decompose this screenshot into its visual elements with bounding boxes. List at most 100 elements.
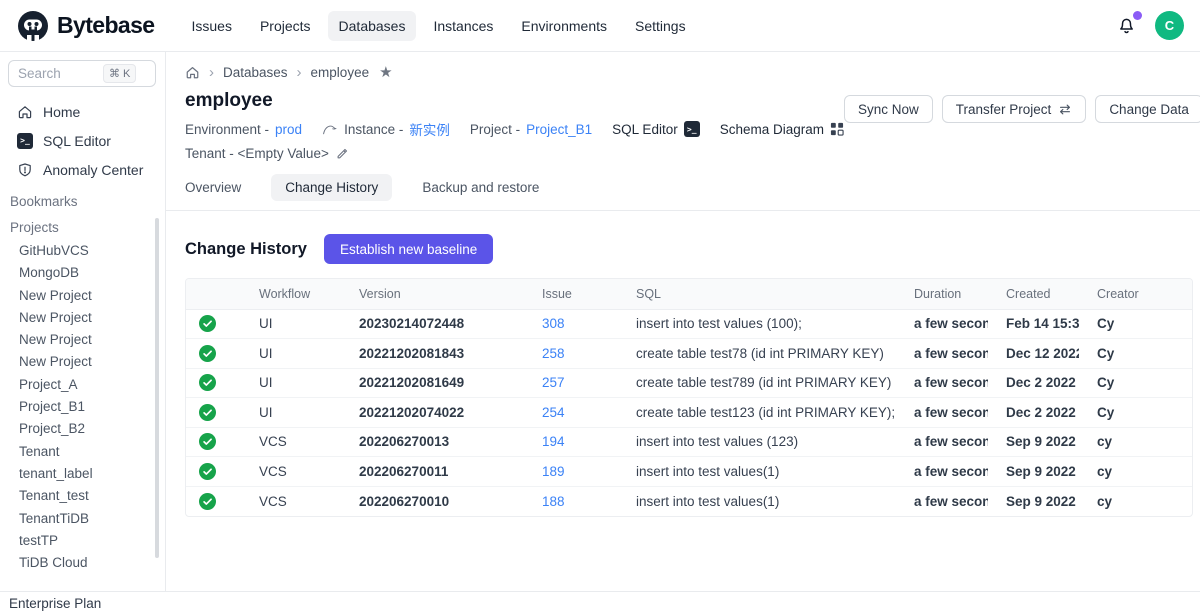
- status-cell: [186, 309, 241, 339]
- change-data-button[interactable]: Change Data: [1095, 95, 1200, 123]
- project-list-item[interactable]: New Project: [0, 285, 165, 307]
- duration-cell: a few seconds: [896, 427, 988, 457]
- project-list-item[interactable]: Project_B2: [0, 418, 165, 440]
- bytebase-logo[interactable]: Bytebase: [16, 9, 154, 43]
- schema-diagram-label[interactable]: Schema Diagram: [720, 122, 824, 137]
- project-list-item[interactable]: Project_A: [0, 374, 165, 396]
- nav-item-issues[interactable]: Issues: [180, 11, 242, 41]
- project-list-item[interactable]: tenant_label: [0, 463, 165, 485]
- project-label: Project -: [470, 122, 520, 137]
- project-list-item[interactable]: Tenant: [0, 441, 165, 463]
- creator-cell: Cy: [1079, 339, 1193, 369]
- issue-link[interactable]: 254: [542, 405, 565, 420]
- workflow-cell: UI: [241, 309, 341, 339]
- project-list-item[interactable]: Tenant_test: [0, 485, 165, 507]
- change-history-row[interactable]: VCS 202206270013 194 insert into test va…: [186, 427, 1193, 457]
- sql-editor-icon[interactable]: >_: [684, 121, 700, 137]
- search-input[interactable]: [18, 66, 103, 81]
- project-list-item[interactable]: testTP: [0, 530, 165, 552]
- change-history-row[interactable]: UI 20221202081843 258 create table test7…: [186, 339, 1193, 369]
- environment-link[interactable]: prod: [275, 122, 302, 137]
- change-history-row[interactable]: UI 20230214072448 308 insert into test v…: [186, 309, 1193, 339]
- breadcrumb-item-employee[interactable]: employee: [311, 65, 370, 80]
- sql-editor-shortcut-label[interactable]: SQL Editor: [612, 122, 678, 137]
- sidebar-item-sql-editor[interactable]: >_ SQL Editor: [0, 126, 165, 155]
- version-cell: 202206270011: [341, 457, 524, 487]
- sidebar: ⌘ K Home >_ SQL Editor Anomaly Center: [0, 52, 166, 613]
- search-box[interactable]: ⌘ K: [8, 60, 156, 87]
- instance-link[interactable]: 新实例: [409, 119, 450, 139]
- nav-item-databases[interactable]: Databases: [328, 11, 417, 41]
- column-header-duration: Duration: [896, 279, 988, 309]
- workflow-cell: VCS: [241, 427, 341, 457]
- transfer-arrows-icon: [1058, 103, 1072, 116]
- change-history-row[interactable]: VCS 202206270010 188 insert into test va…: [186, 486, 1193, 516]
- breadcrumb-home-icon[interactable]: [185, 65, 200, 80]
- issue-link[interactable]: 258: [542, 346, 565, 361]
- user-avatar[interactable]: C: [1155, 11, 1184, 40]
- sidebar-item-anomaly-center[interactable]: Anomaly Center: [0, 155, 165, 184]
- issue-link[interactable]: 308: [542, 316, 565, 331]
- tab-bar: Overview Change History Backup and resto…: [166, 174, 1200, 211]
- tab-backup-and-restore[interactable]: Backup and restore: [422, 174, 539, 201]
- success-check-icon: [199, 404, 241, 421]
- created-cell: Sep 9 2022: [988, 486, 1079, 516]
- project-list-item[interactable]: MongoDB: [0, 262, 165, 284]
- project-link[interactable]: Project_B1: [526, 122, 592, 137]
- creator-cell: cy: [1079, 457, 1193, 487]
- sidebar-item-home[interactable]: Home: [0, 97, 165, 126]
- workflow-cell: VCS: [241, 457, 341, 487]
- tab-overview[interactable]: Overview: [185, 174, 241, 201]
- sidebar-item-label: Anomaly Center: [43, 162, 143, 178]
- establish-baseline-button[interactable]: Establish new baseline: [324, 234, 493, 264]
- change-history-row[interactable]: UI 20221202081649 257 create table test7…: [186, 368, 1193, 398]
- sidebar-scrollbar[interactable]: [155, 218, 159, 558]
- success-check-icon: [199, 374, 241, 391]
- project-list-item[interactable]: Project_B1: [0, 396, 165, 418]
- breadcrumb-item-databases[interactable]: Databases: [223, 65, 288, 80]
- status-cell: [186, 398, 241, 428]
- status-cell: [186, 457, 241, 487]
- issue-link[interactable]: 257: [542, 375, 565, 390]
- nav-item-environments[interactable]: Environments: [510, 11, 618, 41]
- project-list-item[interactable]: TiDB Cloud: [0, 552, 165, 574]
- column-header-sql: SQL: [618, 279, 896, 309]
- project-list-item[interactable]: GitHubVCS: [0, 240, 165, 262]
- issue-link[interactable]: 194: [542, 434, 565, 449]
- project-list: GitHubVCS MongoDB New Project New Projec…: [0, 240, 165, 574]
- version-cell: 202206270010: [341, 486, 524, 516]
- sql-cell: insert into test values(1): [618, 486, 896, 516]
- version-cell: 202206270013: [341, 427, 524, 457]
- change-history-row[interactable]: VCS 202206270011 189 insert into test va…: [186, 457, 1193, 487]
- project-list-item[interactable]: New Project: [0, 329, 165, 351]
- nav-item-projects[interactable]: Projects: [249, 11, 322, 41]
- transfer-project-button[interactable]: Transfer Project: [942, 95, 1087, 123]
- duration-cell: a few seconds: [896, 339, 988, 369]
- created-cell: Dec 2 2022: [988, 368, 1079, 398]
- creator-cell: cy: [1079, 486, 1193, 516]
- duration-cell: a few seconds: [896, 398, 988, 428]
- sql-cell: insert into test values (123): [618, 427, 896, 457]
- workflow-cell: VCS: [241, 486, 341, 516]
- schema-diagram-icon[interactable]: [830, 122, 844, 136]
- edit-pencil-icon[interactable]: [335, 147, 349, 161]
- version-cell: 20221202081843: [341, 339, 524, 369]
- issue-link[interactable]: 188: [542, 494, 565, 509]
- project-list-item[interactable]: New Project: [0, 307, 165, 329]
- shield-icon: [17, 162, 33, 178]
- plan-label[interactable]: Enterprise Plan: [0, 591, 1200, 613]
- created-cell: Dec 12 2022: [988, 339, 1079, 369]
- success-check-icon: [199, 315, 241, 332]
- bookmark-star-icon[interactable]: ★: [379, 63, 392, 81]
- issue-link[interactable]: 189: [542, 464, 565, 479]
- notification-bell-icon[interactable]: [1114, 13, 1139, 38]
- project-list-item[interactable]: TenantTiDB: [0, 508, 165, 530]
- status-cell: [186, 339, 241, 369]
- nav-item-instances[interactable]: Instances: [422, 11, 504, 41]
- tab-change-history[interactable]: Change History: [271, 174, 392, 201]
- project-list-item[interactable]: New Project: [0, 351, 165, 373]
- nav-item-settings[interactable]: Settings: [624, 11, 697, 41]
- sync-now-button[interactable]: Sync Now: [844, 95, 933, 123]
- change-history-row[interactable]: UI 20221202074022 254 create table test1…: [186, 398, 1193, 428]
- sql-cell: insert into test values(1): [618, 457, 896, 487]
